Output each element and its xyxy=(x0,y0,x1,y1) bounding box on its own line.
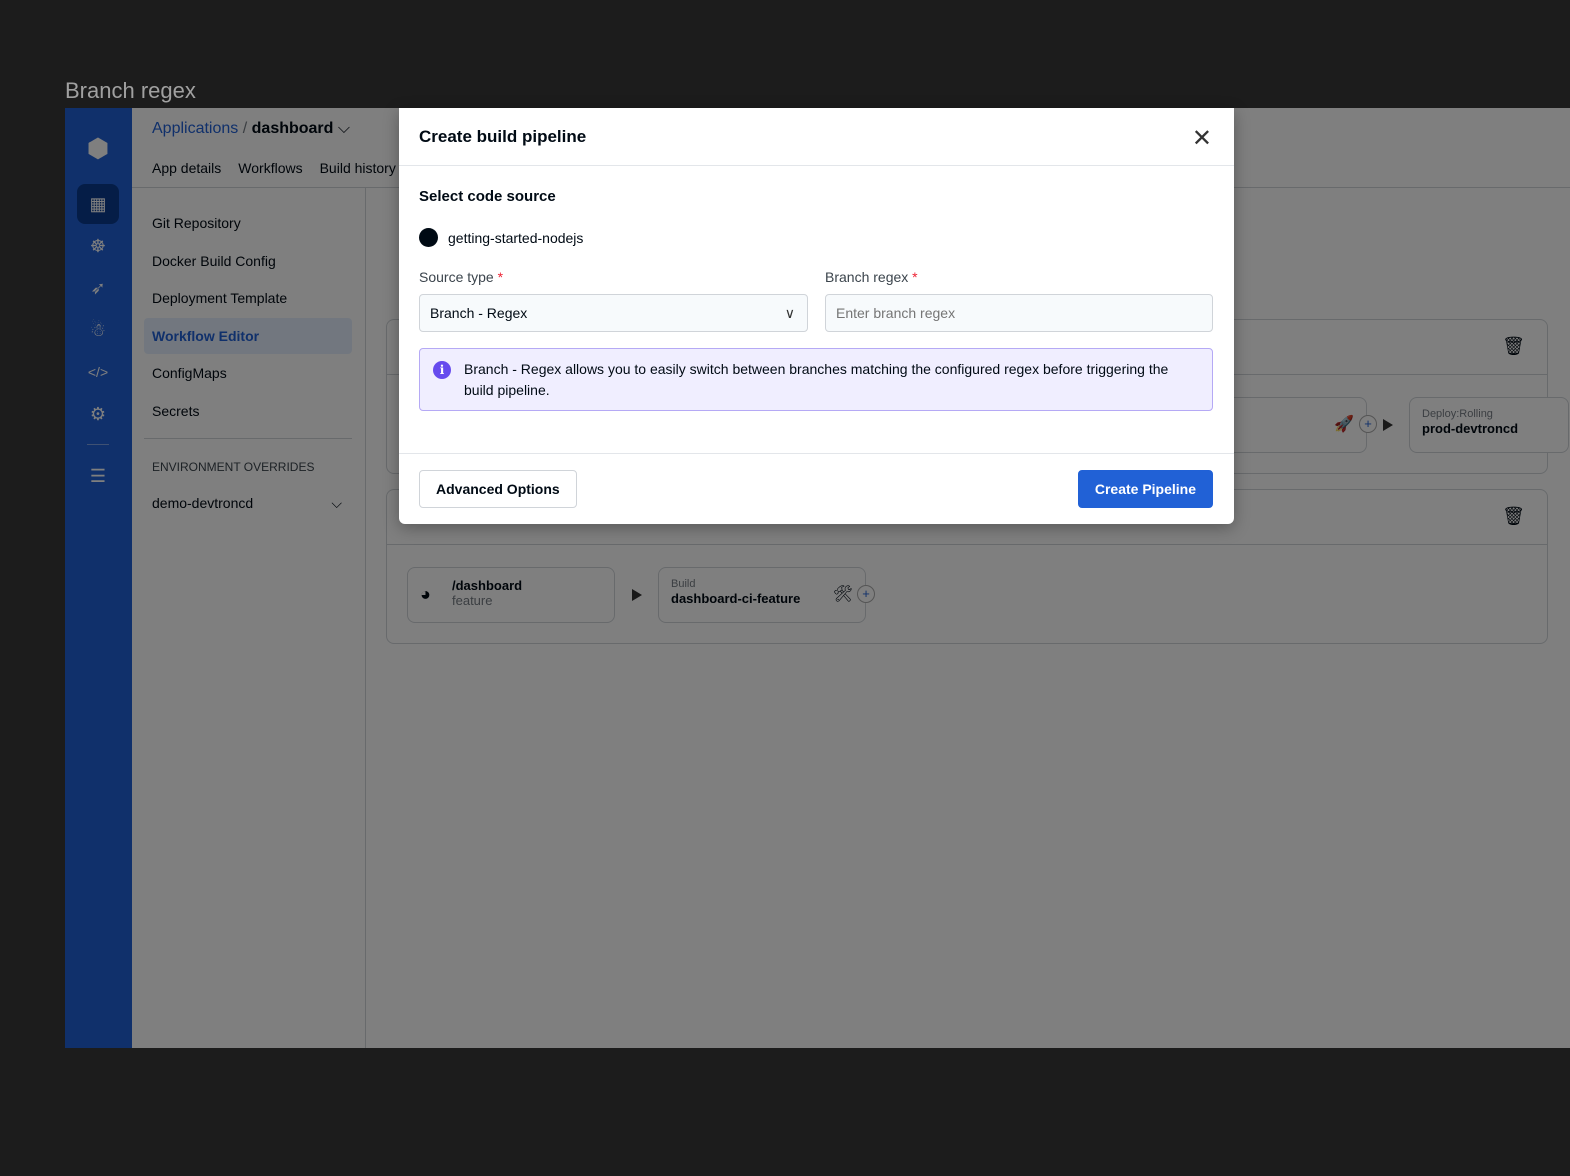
source-type-value: Branch - Regex xyxy=(430,305,528,321)
source-type-label: Source type * xyxy=(419,269,504,285)
modal-footer: Advanced Options Create Pipeline xyxy=(399,453,1234,524)
advanced-options-button[interactable]: Advanced Options xyxy=(419,470,577,508)
info-icon: i xyxy=(433,361,451,379)
repo-name: getting-started-nodejs xyxy=(448,229,584,246)
branch-regex-label: Branch regex * xyxy=(825,269,918,285)
info-text: Branch - Regex allows you to easily swit… xyxy=(464,361,1169,398)
close-icon[interactable]: ✕ xyxy=(1192,124,1212,153)
github-icon xyxy=(419,228,438,247)
source-type-select[interactable]: Branch - Regex ∨ xyxy=(419,294,808,332)
info-banner: i Branch - Regex allows you to easily sw… xyxy=(419,348,1213,411)
modal-title: Create build pipeline xyxy=(419,127,587,146)
section-title: Select code source xyxy=(419,188,556,205)
repo-row: getting-started-nodejs xyxy=(419,228,583,247)
frame-title: Branch regex xyxy=(65,78,196,103)
create-build-pipeline-modal: Create build pipeline ✕ Select code sour… xyxy=(399,108,1234,524)
create-pipeline-button[interactable]: Create Pipeline xyxy=(1077,470,1213,508)
modal-header: Create build pipeline ✕ xyxy=(399,108,1234,166)
chevron-down-icon: ∨ xyxy=(784,305,795,321)
branch-regex-input[interactable] xyxy=(825,294,1213,332)
